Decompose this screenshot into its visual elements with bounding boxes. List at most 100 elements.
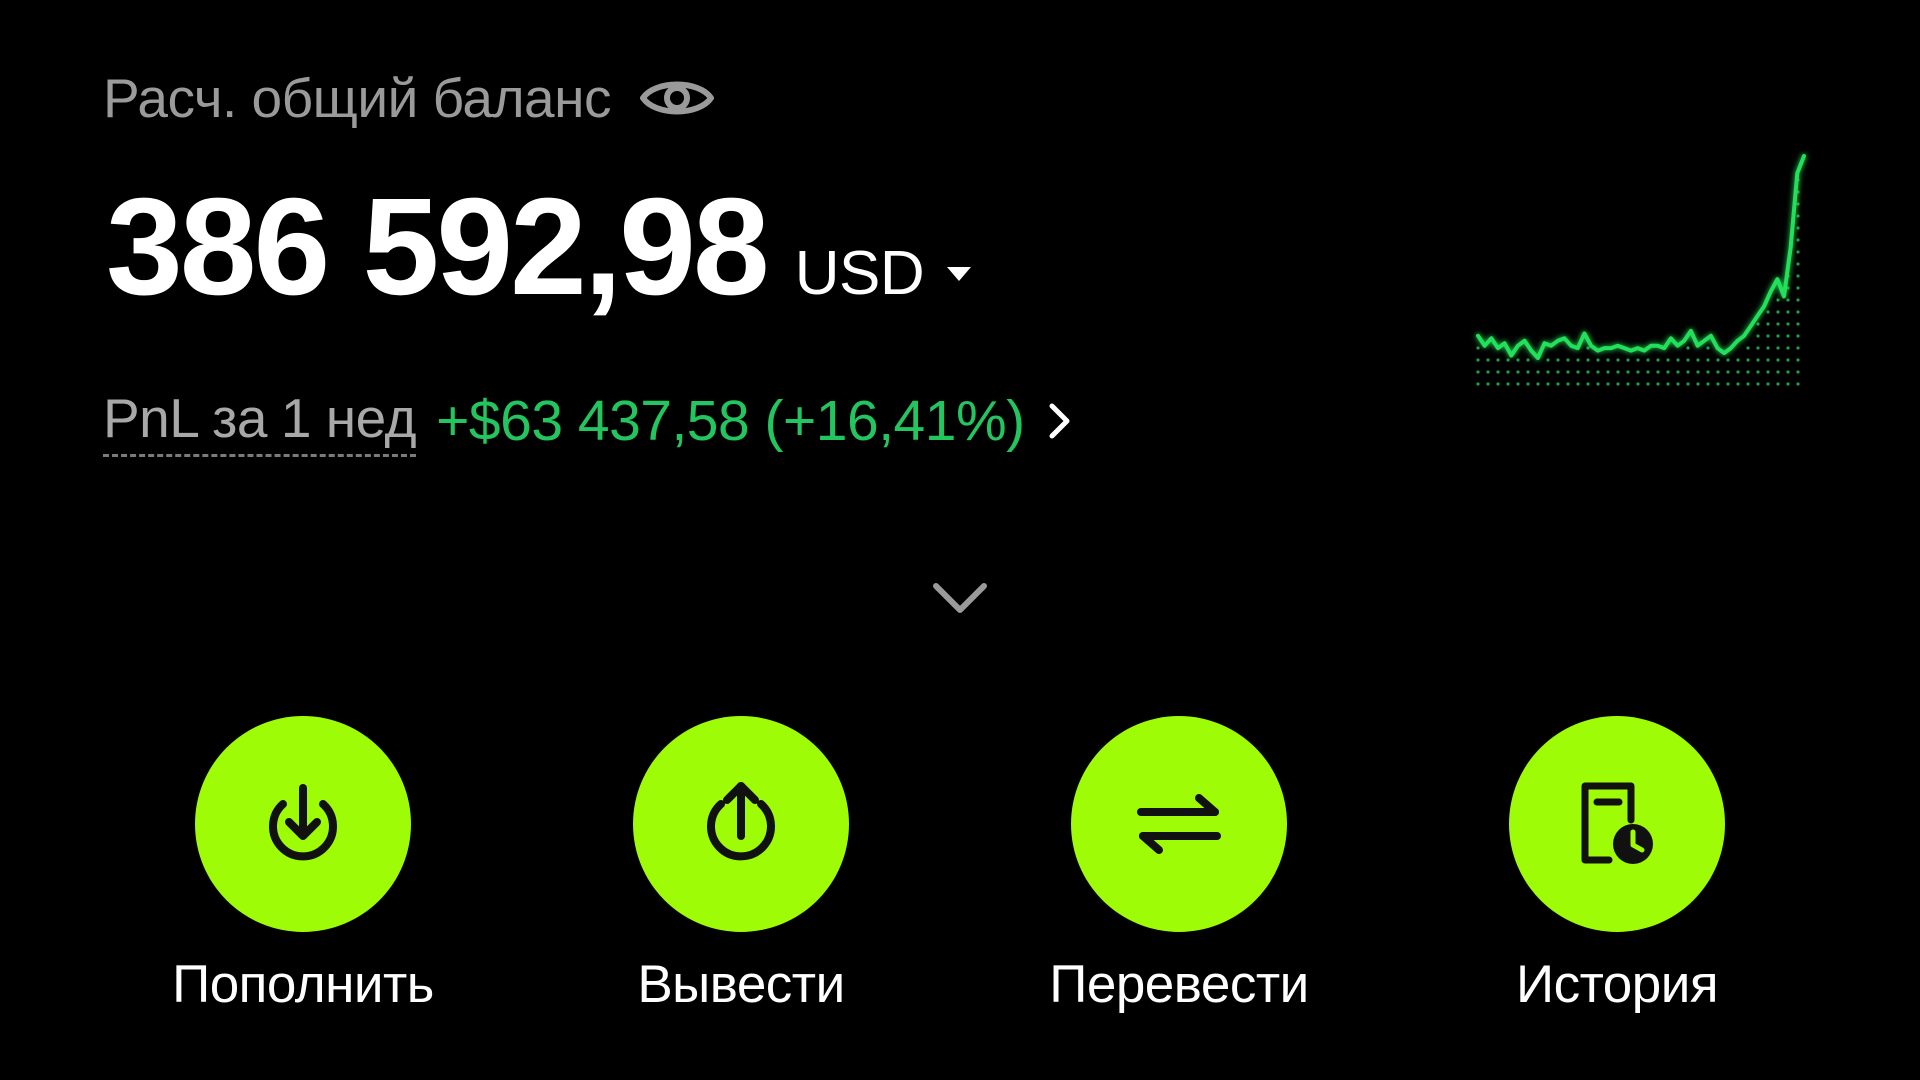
sparkline-dot <box>1656 358 1660 362</box>
sparkline-dot <box>1756 382 1760 386</box>
sparkline-dot <box>1746 346 1750 350</box>
withdraw-button[interactable]: Вывести <box>591 716 891 1015</box>
sparkline-dot <box>1766 346 1770 350</box>
transfer-icon <box>1137 794 1221 854</box>
sparkline-dot <box>1596 358 1600 362</box>
sparkline-dot <box>1536 382 1540 386</box>
sparkline-dot <box>1786 370 1790 374</box>
sparkline-dot <box>1706 370 1710 374</box>
sparkline-dot <box>1526 358 1530 362</box>
sparkline-dot <box>1506 358 1510 362</box>
sparkline-dot <box>1656 370 1660 374</box>
sparkline-dot <box>1796 214 1800 218</box>
sparkline-dot <box>1796 358 1800 362</box>
sparkline-dot <box>1486 382 1490 386</box>
sparkline-dot <box>1506 382 1510 386</box>
deposit-button[interactable]: Пополнить <box>153 716 453 1015</box>
sparkline-dot <box>1796 346 1800 350</box>
caret-down-icon <box>947 266 972 281</box>
sparkline-dot <box>1776 298 1780 302</box>
sparkline-dot <box>1756 334 1760 338</box>
sparkline-dot <box>1626 358 1630 362</box>
deposit-circle[interactable] <box>195 716 411 932</box>
sparkline-dot <box>1686 370 1690 374</box>
transfer-label: Перевести <box>1049 955 1309 1014</box>
sparkline-dot <box>1586 382 1590 386</box>
sparkline-dot <box>1696 370 1700 374</box>
sparkline-dot <box>1796 370 1800 374</box>
sparkline-dot <box>1566 382 1570 386</box>
sparkline-dot <box>1576 370 1580 374</box>
sparkline-dot <box>1516 382 1520 386</box>
sparkline-dot <box>1596 370 1600 374</box>
sparkline-dot <box>1596 382 1600 386</box>
sparkline-dot <box>1776 322 1780 326</box>
sparkline-dot <box>1746 370 1750 374</box>
sparkline-dot <box>1526 370 1530 374</box>
sparkline-dot <box>1716 382 1720 386</box>
withdraw-circle[interactable] <box>633 716 849 932</box>
sparkline-dot <box>1736 358 1740 362</box>
sparkline-dot <box>1786 310 1790 314</box>
sparkline-dot <box>1676 370 1680 374</box>
sparkline-dot <box>1646 358 1650 362</box>
sparkline-dot <box>1606 358 1610 362</box>
pnl-period-select[interactable]: PnL за 1 нед <box>103 386 417 457</box>
sparkline-dot <box>1576 358 1580 362</box>
sparkline-dot <box>1476 358 1480 362</box>
sparkline-dot <box>1786 298 1790 302</box>
pnl-label: PnL за <box>103 386 267 449</box>
expand-chevron-icon[interactable] <box>930 578 990 620</box>
sparkline-dot <box>1496 370 1500 374</box>
sparkline-dot <box>1776 358 1780 362</box>
sparkline-dot <box>1616 382 1620 386</box>
balance-label: Расч. общий баланс <box>103 67 612 129</box>
sparkline-dot <box>1796 238 1800 242</box>
sparkline-dot <box>1566 370 1570 374</box>
withdraw-icon <box>707 782 775 861</box>
sparkline-dot <box>1776 310 1780 314</box>
transfer-circle[interactable] <box>1071 716 1287 932</box>
deposit-icon <box>269 784 337 861</box>
history-circle[interactable] <box>1509 716 1725 932</box>
sparkline-dot <box>1586 370 1590 374</box>
sparkline-dot <box>1726 370 1730 374</box>
sparkline-dot <box>1796 286 1800 290</box>
sparkline-dot <box>1516 358 1520 362</box>
pnl-period-value: 1 нед <box>280 386 417 449</box>
sparkline-dot <box>1706 358 1710 362</box>
sparkline-dot <box>1616 370 1620 374</box>
sparkline-dot <box>1796 250 1800 254</box>
quick-actions: Пополнить Вывести Перевести История <box>0 716 1920 1016</box>
sparkline-dot <box>1796 202 1800 206</box>
sparkline-dot <box>1766 310 1770 314</box>
sparkline-dot <box>1706 346 1710 350</box>
sparkline-dot <box>1796 226 1800 230</box>
sparkline-dot <box>1756 322 1760 326</box>
chevron-right-icon[interactable] <box>1047 401 1073 441</box>
sparkline-dot <box>1766 370 1770 374</box>
sparkline-dot <box>1556 358 1560 362</box>
eye-icon[interactable] <box>639 72 715 124</box>
sparkline-dot <box>1746 382 1750 386</box>
sparkline-dot <box>1686 358 1690 362</box>
sparkline-dot <box>1546 358 1550 362</box>
sparkline-dot <box>1526 382 1530 386</box>
transfer-button[interactable]: Перевести <box>1029 716 1329 1015</box>
sparkline-dot <box>1666 382 1670 386</box>
sparkline-dot <box>1546 382 1550 386</box>
history-button[interactable]: История <box>1467 716 1767 1015</box>
sparkline-dot <box>1676 382 1680 386</box>
sparkline-dot <box>1546 370 1550 374</box>
history-label: История <box>1515 955 1719 1014</box>
history-icon <box>1581 782 1653 864</box>
sparkline-dot <box>1556 370 1560 374</box>
sparkline-line <box>1476 154 1806 360</box>
sparkline-dot <box>1636 358 1640 362</box>
sparkline-dot <box>1556 382 1560 386</box>
sparkline-dot <box>1776 334 1780 338</box>
balance-row: 386 592,98 USD <box>106 178 972 328</box>
currency-select[interactable]: USD <box>795 238 972 309</box>
balance-amount: 386 592,98 <box>106 170 770 324</box>
sparkline-dot <box>1796 382 1800 386</box>
